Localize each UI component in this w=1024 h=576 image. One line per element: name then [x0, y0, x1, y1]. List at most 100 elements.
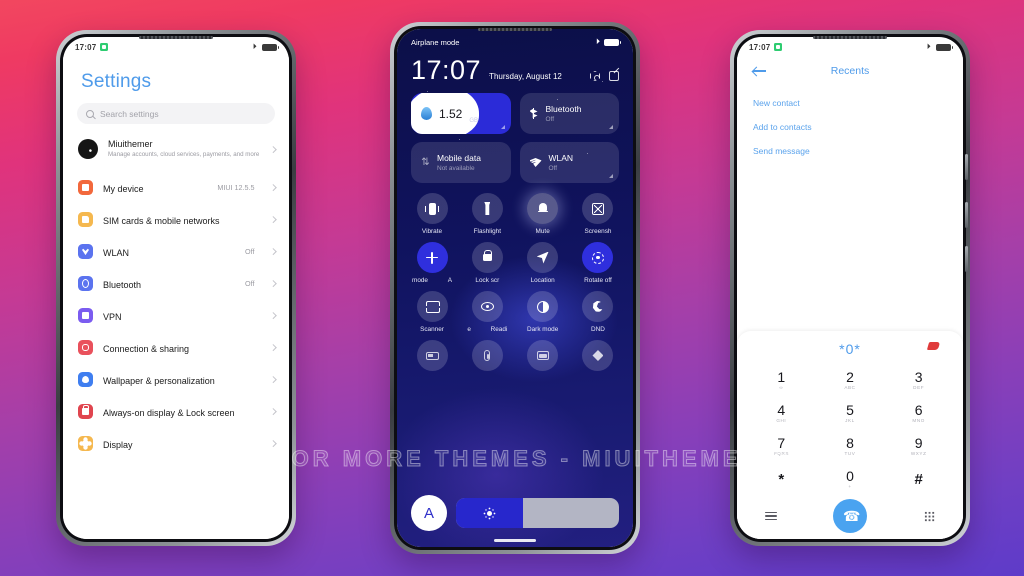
chevron-right-icon: [269, 184, 276, 191]
toggle-screenshot[interactable]: Screensh: [575, 193, 621, 235]
key-digit: *: [778, 470, 785, 488]
tile-wlan[interactable]: WLAN Off: [519, 142, 619, 183]
sidebar-item-wlan[interactable]: WLAN Off: [63, 236, 289, 268]
toggle-theme[interactable]: [575, 340, 621, 371]
key-hash[interactable]: #: [884, 463, 953, 495]
key-5[interactable]: 5 JKL: [816, 397, 885, 429]
toggle-label: Lock scr: [475, 277, 500, 284]
key-8[interactable]: 8 TUV: [816, 430, 885, 462]
key-digit: 5: [846, 401, 854, 418]
tile-label: Bluetooth: [545, 104, 582, 115]
chevron-right-icon: [269, 248, 276, 255]
key-digit: 6: [914, 401, 923, 418]
key-1[interactable]: 1 ∞: [747, 364, 816, 396]
sidebar-item-bluetooth[interactable]: Bluetooth Off: [63, 268, 289, 300]
toggle-rotate[interactable]: Rotate off: [575, 242, 621, 284]
key-2[interactable]: 2 ABC: [816, 364, 885, 396]
settings-account-row[interactable]: Miuithemer Manage accounts, cloud servic…: [63, 132, 289, 167]
chevron-right-icon: [269, 376, 276, 383]
search-placeholder: Search settings: [100, 108, 159, 119]
item-value: MIUI 12.5.5: [217, 183, 255, 193]
airplane-status-icon: ⏵: [926, 42, 931, 51]
airplane-mode-label: Airplane mode: [411, 37, 460, 47]
keypad-icon[interactable]: [923, 510, 935, 522]
key-letters: JKL: [845, 418, 855, 424]
backspace-icon[interactable]: [926, 342, 941, 352]
toggle-label: Screensh: [584, 228, 612, 235]
sidebar-item-my-device[interactable]: My device MIUI 12.5.5: [63, 172, 289, 204]
key-0[interactable]: 0 +: [816, 463, 885, 495]
toggle-label-split: e Readi: [464, 326, 510, 333]
airplane-icon: [426, 251, 438, 264]
sidebar-item-connection-sharing[interactable]: Connection & sharing: [63, 332, 289, 364]
key-6[interactable]: 6 MNO: [884, 397, 953, 429]
toggle-dnd[interactable]: DND: [575, 291, 621, 333]
toggle-label: Flashlight: [473, 228, 501, 235]
toggle-battery[interactable]: [464, 340, 510, 371]
key-letters: ∞: [779, 385, 784, 391]
sidebar-item-sim-cards[interactable]: SIM cards & mobile networks: [63, 204, 289, 236]
expand-corner-icon[interactable]: [609, 125, 613, 129]
sidebar-item-vpn[interactable]: VPN: [63, 300, 289, 332]
toggle-flashlight[interactable]: Flashlight: [464, 193, 510, 235]
edit-icon[interactable]: [609, 71, 619, 81]
sim-green-icon: [774, 43, 783, 51]
droplet-icon: [78, 372, 93, 388]
expand-corner-icon[interactable]: [500, 125, 505, 129]
key-star[interactable]: *: [747, 463, 816, 495]
status-right-icons: ⏵: [253, 42, 279, 52]
sidebar-item-display[interactable]: Display: [63, 428, 289, 460]
link-send-message[interactable]: Send message: [753, 139, 947, 163]
toggle-airplane-mode[interactable]: mode A: [409, 242, 455, 284]
tile-mobile-data[interactable]: ⇅ Mobile data Not available: [411, 142, 511, 183]
toggle-vibrate[interactable]: Vibrate: [409, 193, 455, 235]
big-tiles-row-1: 1.52 GB Bluetooth Off: [397, 84, 633, 134]
link-new-contact[interactable]: New contact: [753, 91, 947, 115]
key-letters: WXYZ: [910, 451, 927, 457]
back-arrow-icon[interactable]: [753, 66, 766, 76]
toggle-reading-mode[interactable]: e Readi: [464, 291, 510, 333]
theme-icon: [592, 350, 604, 361]
key-3[interactable]: 3 DEF: [884, 364, 953, 396]
tile-bluetooth[interactable]: Bluetooth Off: [519, 93, 619, 134]
toggle-location[interactable]: Location: [520, 242, 566, 284]
toggle-mute[interactable]: Mute: [520, 193, 566, 235]
expand-corner-icon[interactable]: [609, 174, 613, 178]
header-icons: [590, 71, 619, 84]
toggle-grid: Vibrate Flashlight Mute Screensh mode A …: [397, 183, 633, 371]
toggle-cast[interactable]: [520, 340, 566, 371]
home-indicator[interactable]: [494, 539, 536, 542]
key-9[interactable]: 9 WXYZ: [884, 430, 953, 462]
status-bar: 17:07 ⏵: [63, 37, 289, 57]
vpn-icon: [78, 308, 93, 324]
settings-hex-icon[interactable]: [590, 71, 600, 81]
sidebar-item-always-on-display[interactable]: Always-on display & Lock screen: [63, 396, 289, 428]
date-label: Thursday, August 12: [489, 72, 562, 81]
page-title: Recents: [830, 65, 870, 77]
key-7[interactable]: 7 PQRS: [747, 430, 816, 462]
brightness-slider[interactable]: [456, 498, 619, 528]
call-button[interactable]: ☎: [833, 499, 868, 533]
link-add-to-contacts[interactable]: Add to contacts: [753, 115, 947, 139]
tile-data-usage[interactable]: 1.52 GB: [411, 93, 511, 134]
menu-icon[interactable]: [765, 511, 778, 521]
search-input[interactable]: Search settings: [77, 103, 275, 124]
toggle-scanner[interactable]: Scanner: [409, 291, 455, 333]
sidebar-item-wallpaper[interactable]: Wallpaper & personalization: [63, 364, 289, 396]
screenshot-icon: [591, 202, 604, 215]
toggle-row-partial: [409, 340, 621, 371]
mobile-data-icon: ⇅: [421, 157, 430, 168]
status-bar: Airplane mode ⏵: [397, 29, 633, 47]
clock: 17:07: [411, 55, 482, 85]
key-4[interactable]: 4 GHI: [747, 397, 816, 429]
toggle-dark-mode[interactable]: Dark mode: [520, 291, 566, 333]
tile-sub: Off: [545, 115, 555, 123]
auto-brightness-button[interactable]: A: [411, 495, 447, 531]
key-digit: 9: [914, 434, 923, 451]
status-time: 17:07: [75, 42, 97, 52]
toggle-lock-screen[interactable]: Lock scr: [464, 242, 510, 284]
earpiece-speaker: [813, 36, 887, 39]
location-icon: [536, 251, 549, 264]
toggle-battery-saver[interactable]: [409, 340, 455, 371]
toggle-label-right: Readi: [490, 326, 508, 333]
